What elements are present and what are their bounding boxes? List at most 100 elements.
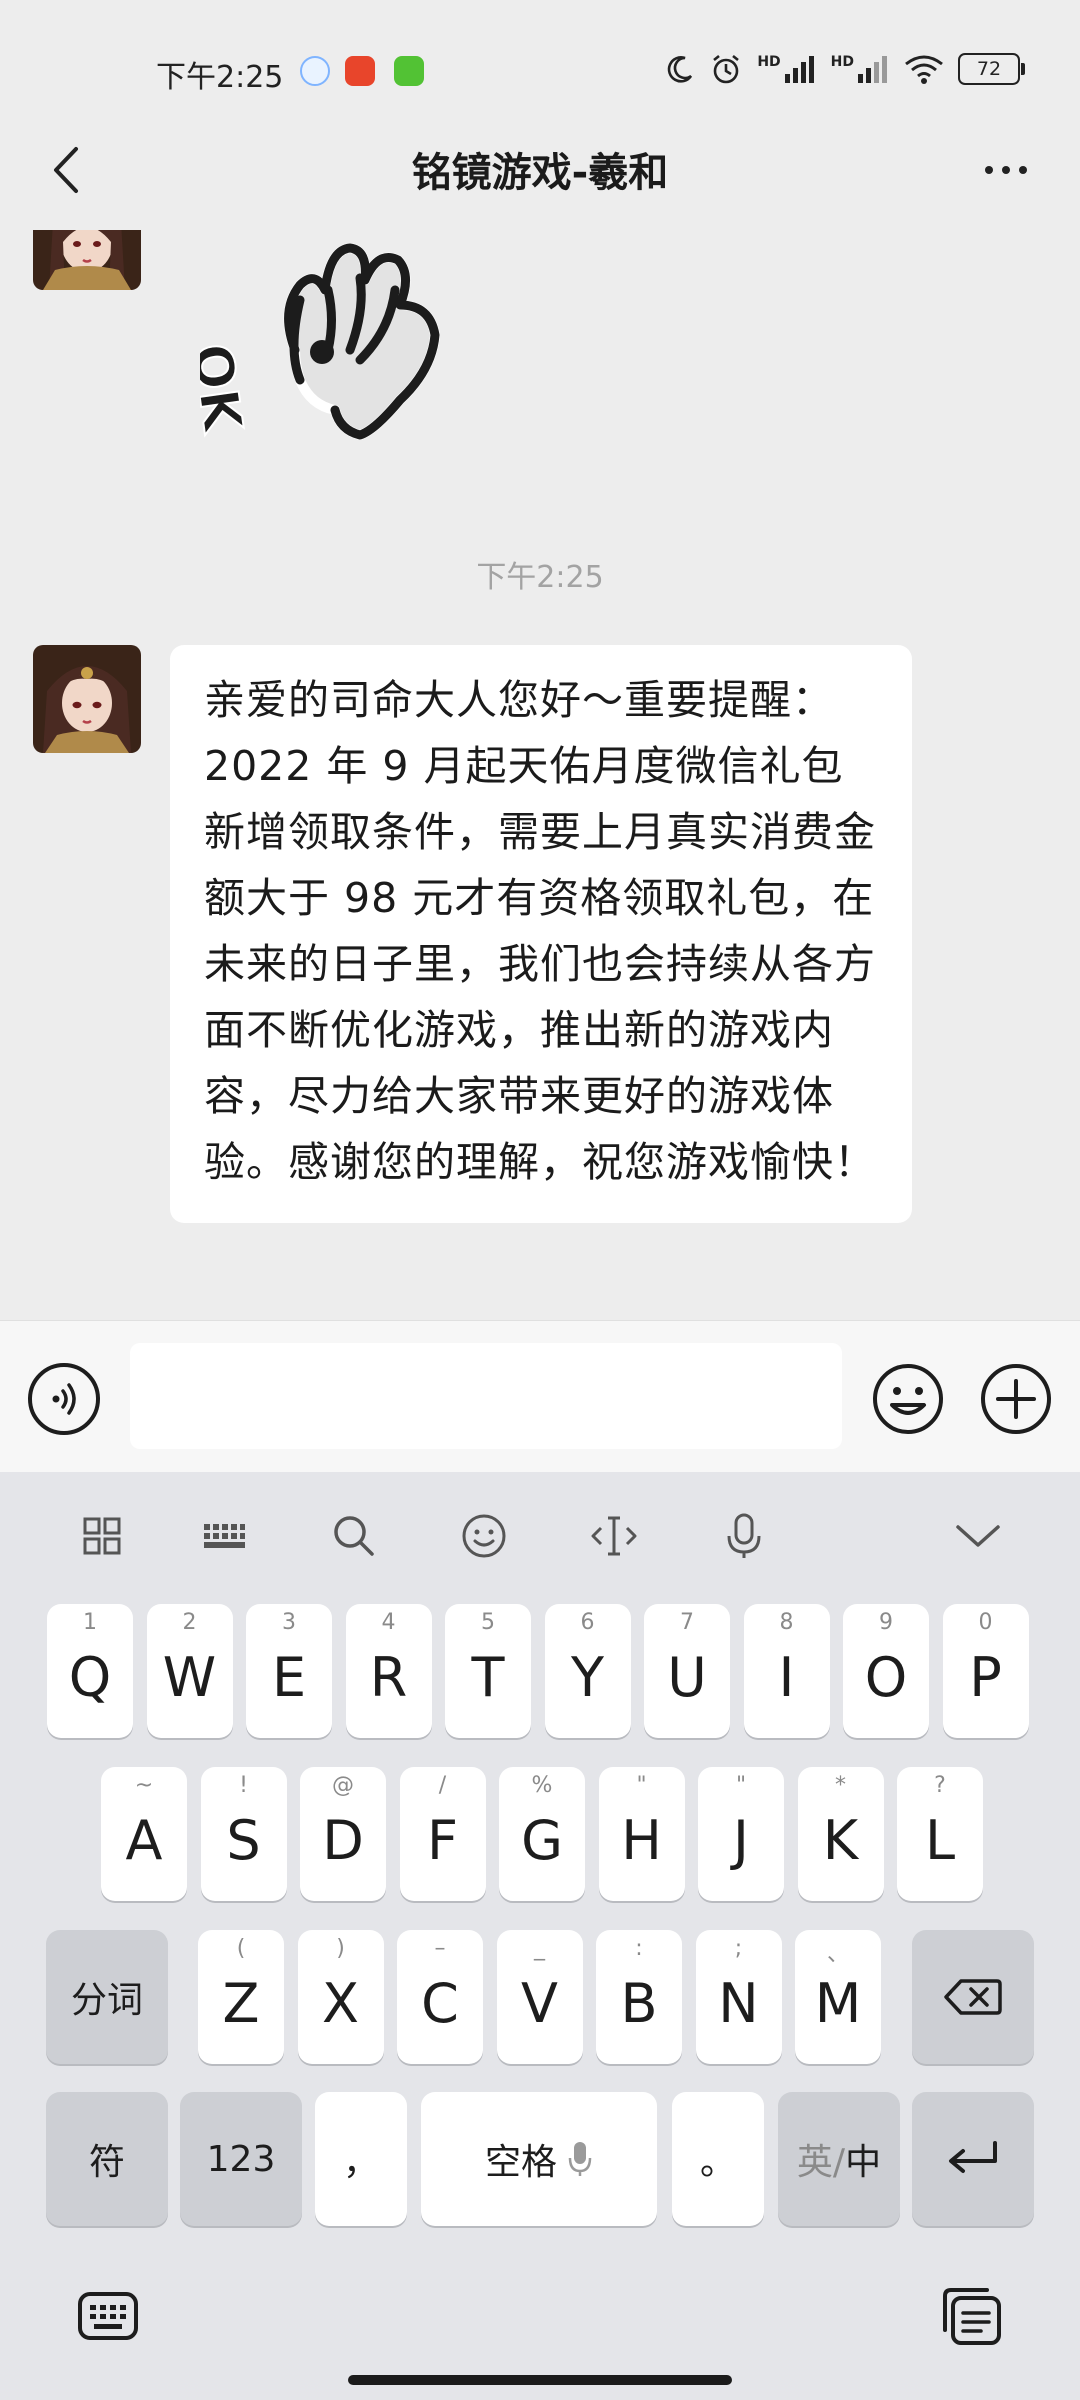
symbol-key[interactable]: 符 bbox=[46, 2092, 168, 2226]
key-letter-label: E bbox=[271, 1645, 307, 1709]
key-hint-label: 9 bbox=[879, 1610, 893, 1635]
key-y[interactable]: 6Y bbox=[544, 1604, 631, 1738]
key-i[interactable]: 8I bbox=[743, 1604, 830, 1738]
key-q[interactable]: 1Q bbox=[47, 1604, 133, 1738]
clipboard-button[interactable] bbox=[932, 2276, 1012, 2356]
key-t[interactable]: 5T bbox=[445, 1604, 531, 1738]
sender-avatar[interactable] bbox=[33, 230, 141, 290]
key-letter-label: Q bbox=[68, 1645, 112, 1709]
smiley-icon bbox=[873, 1364, 943, 1434]
signal-hd-icon: HD bbox=[831, 54, 890, 84]
key-w[interactable]: 2W bbox=[146, 1604, 233, 1738]
key-k[interactable]: * K bbox=[797, 1767, 884, 1901]
key-u[interactable]: 7U bbox=[644, 1604, 730, 1738]
key-a[interactable]: ~ A bbox=[101, 1767, 187, 1901]
key-letter-label: S bbox=[226, 1808, 261, 1872]
key-g[interactable]: % G bbox=[499, 1767, 585, 1901]
key-c[interactable]: – C bbox=[397, 1930, 483, 2064]
key-d[interactable]: @ D bbox=[300, 1767, 386, 1901]
key-letter-label: C bbox=[421, 1971, 459, 2035]
key-l[interactable]: ? L bbox=[897, 1767, 983, 1901]
status-icons: HD HD 72 bbox=[665, 52, 1025, 86]
enter-key[interactable] bbox=[912, 2092, 1034, 2226]
key-r[interactable]: 4R bbox=[345, 1604, 432, 1738]
key-f[interactable]: / F bbox=[399, 1767, 486, 1901]
moon-icon bbox=[668, 56, 693, 83]
key-hint-label: " bbox=[735, 1773, 747, 1798]
signal-hd-icon: HD bbox=[757, 54, 816, 84]
battery-icon: 72 bbox=[958, 53, 1025, 85]
sender-avatar[interactable] bbox=[33, 645, 141, 753]
message-input-bar bbox=[0, 1320, 1080, 1473]
notification-app-icon bbox=[300, 56, 330, 86]
hide-keyboard-button[interactable] bbox=[938, 1496, 1018, 1576]
more-dot-icon bbox=[1002, 166, 1010, 174]
chat-messages[interactable]: OK 下午2:25 亲爱的司命大人您好～重要提醒：2022 年 9 月起天佑月度… bbox=[0, 230, 1080, 1320]
key-hint-label: ( bbox=[236, 1936, 246, 1961]
backspace-icon bbox=[944, 1979, 1002, 2015]
key-letter-label: N bbox=[718, 1971, 759, 2035]
message-input[interactable] bbox=[130, 1343, 842, 1449]
notification-app-icon bbox=[345, 56, 375, 86]
key-b[interactable]: :B bbox=[596, 1930, 682, 2064]
key-hint-label: 3 bbox=[282, 1610, 296, 1635]
ok-sticker[interactable]: OK bbox=[179, 230, 460, 460]
key-x[interactable]: ) X bbox=[297, 1930, 384, 2064]
voice-typing-button[interactable] bbox=[704, 1496, 784, 1576]
key-hint-label: 、 bbox=[826, 1942, 849, 1967]
cursor-move-button[interactable] bbox=[574, 1496, 654, 1576]
text-cursor-icon bbox=[591, 1516, 637, 1556]
voice-icon bbox=[52, 1383, 76, 1415]
key-hint-label: : bbox=[635, 1936, 643, 1961]
key-n[interactable]: ; N bbox=[695, 1930, 782, 2064]
key-v[interactable]: _ V bbox=[496, 1930, 583, 2064]
keyboard-switch-button[interactable] bbox=[68, 2276, 148, 2356]
keyboard-search-button[interactable] bbox=[314, 1496, 394, 1576]
notification-app-icon bbox=[394, 56, 424, 86]
key-hint-label: 8 bbox=[779, 1610, 794, 1635]
language-switch-key[interactable]: 英/中 bbox=[778, 2092, 900, 2226]
voice-input-button[interactable] bbox=[28, 1363, 100, 1435]
message-bubble[interactable]: 亲爱的司命大人您好～重要提醒：2022 年 9 月起天佑月度微信礼包新增领取条件… bbox=[170, 645, 912, 1223]
keyboard-layout-button[interactable] bbox=[184, 1496, 264, 1576]
key-letter-label: O bbox=[864, 1645, 908, 1709]
home-indicator[interactable] bbox=[348, 2375, 732, 2385]
key-letter-label: B bbox=[620, 1971, 658, 2035]
period-key[interactable]: 。 bbox=[672, 2092, 764, 2226]
segment-key[interactable]: 分词 bbox=[46, 1930, 168, 2064]
more-functions-button[interactable] bbox=[978, 1361, 1054, 1437]
key-e[interactable]: 3E bbox=[246, 1604, 332, 1738]
keyboard-apps-button[interactable] bbox=[62, 1496, 142, 1576]
space-key[interactable]: 空格 bbox=[421, 2092, 657, 2226]
key-s[interactable]: ! S bbox=[200, 1767, 287, 1901]
chevron-down-icon bbox=[956, 1525, 1000, 1547]
comma-key[interactable]: ， bbox=[315, 2092, 407, 2226]
key-m[interactable]: 、 M bbox=[795, 1930, 881, 2064]
key-h[interactable]: " H bbox=[598, 1767, 685, 1901]
key-letter-label: F bbox=[426, 1808, 459, 1872]
key-letter-label: I bbox=[778, 1645, 795, 1709]
keyboard-icon bbox=[78, 2292, 138, 2340]
more-dot-icon bbox=[1019, 166, 1027, 174]
more-options-button[interactable] bbox=[966, 132, 1046, 208]
numeric-key[interactable]: 123 bbox=[180, 2092, 302, 2226]
key-z[interactable]: (Z bbox=[198, 1930, 284, 2064]
backspace-key[interactable] bbox=[912, 1930, 1034, 2064]
key-letter-label: D bbox=[322, 1808, 364, 1872]
key-hint-label: ! bbox=[239, 1773, 248, 1798]
key-j[interactable]: " J bbox=[698, 1767, 784, 1901]
key-letter-label: V bbox=[521, 1971, 558, 2035]
key-p[interactable]: 0P bbox=[942, 1604, 1029, 1738]
keyboard-layout-icon bbox=[204, 1524, 245, 1548]
key-letter-label: X bbox=[322, 1971, 359, 2035]
key-hint-label: ; bbox=[734, 1936, 743, 1961]
emoji-button[interactable] bbox=[870, 1361, 946, 1437]
key-hint-label: / bbox=[438, 1773, 447, 1798]
key-hint-label: _ bbox=[534, 1936, 545, 1961]
key-hint-label: 5 bbox=[481, 1610, 495, 1635]
key-o[interactable]: 9O bbox=[843, 1604, 929, 1738]
key-hint-label: " bbox=[636, 1773, 647, 1798]
key-letter-label: W bbox=[162, 1645, 217, 1709]
message-timestamp: 下午2:25 bbox=[476, 560, 604, 595]
keyboard-emoji-button[interactable] bbox=[444, 1496, 524, 1576]
